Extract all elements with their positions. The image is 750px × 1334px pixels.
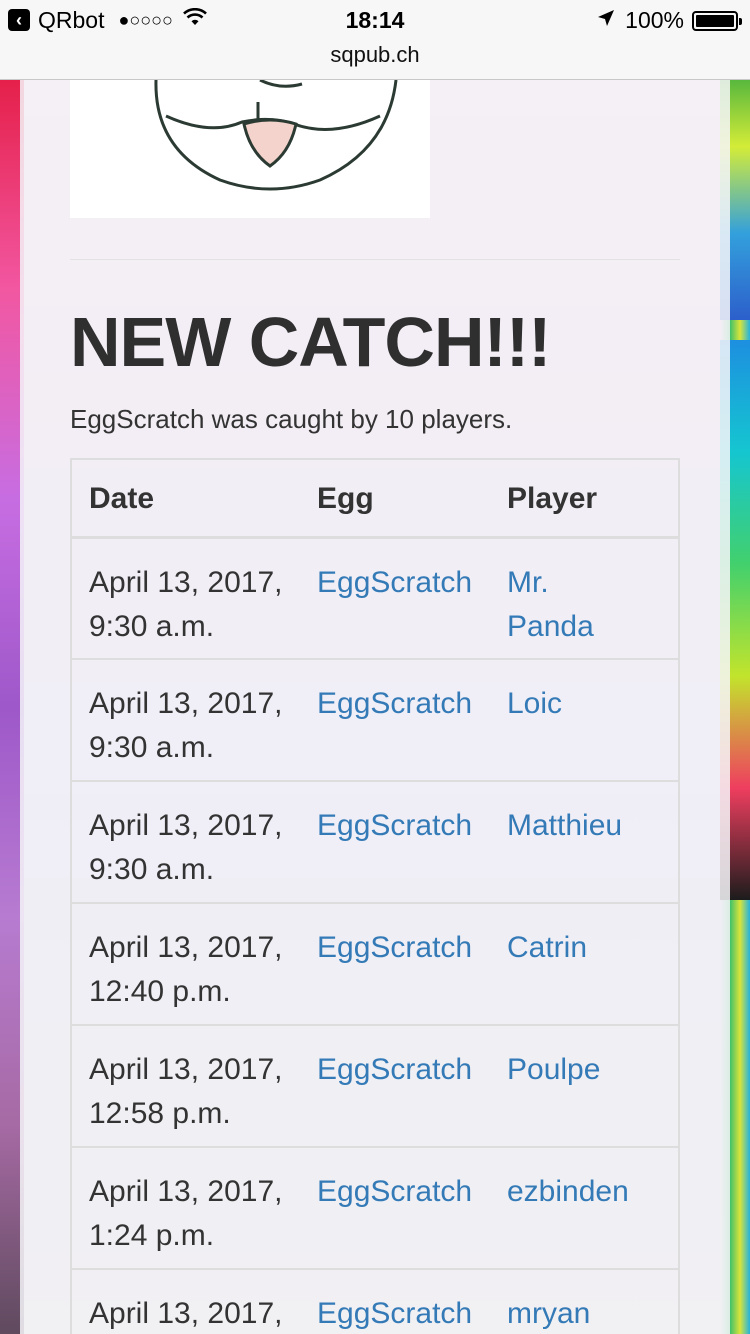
date-cell: April 13, 2017, 1:24 p.m.: [70, 1146, 295, 1270]
catches-table: Date Egg Player April 13, 2017, 9:30 a.m…: [70, 458, 680, 1334]
content-card: NEW CATCH!!! EggScratch was caught by 10…: [20, 80, 730, 1334]
egg-link[interactable]: EggScratch: [317, 1053, 472, 1086]
section-divider: [70, 259, 680, 260]
status-bar: ‹ QRbot ●○○○○ 18:14 100%: [0, 0, 750, 40]
player-link[interactable]: Poulpe: [507, 1053, 600, 1086]
table-row: April 13, 2017, 9:30 a.m. EggScratch Mr.…: [70, 536, 680, 660]
battery-icon: [692, 10, 742, 31]
date-text: April 13, 2017,: [89, 565, 283, 599]
player-link[interactable]: Matthieu: [507, 809, 622, 842]
egg-cell: EggScratch: [295, 780, 495, 904]
date-text: April 13, 2017,: [89, 931, 283, 964]
player-cell: Catrin: [495, 902, 680, 1026]
egg-cell: EggScratch: [295, 1146, 495, 1270]
time-text: 1:24 p.m.: [89, 1219, 215, 1252]
egg-cell: EggScratch: [295, 1024, 495, 1148]
egg-link[interactable]: EggScratch: [317, 931, 472, 964]
egg-link[interactable]: EggScratch: [317, 687, 472, 720]
player-cell: Poulpe: [495, 1024, 680, 1148]
page-title: NEW CATCH!!!: [70, 303, 551, 381]
egg-cell: EggScratch: [295, 1268, 495, 1334]
battery-percent: 100%: [625, 7, 684, 33]
date-text: April 13, 2017,: [89, 809, 283, 842]
url-bar[interactable]: sqpub.ch: [0, 40, 750, 80]
player-name-line1[interactable]: Mr.: [507, 561, 678, 605]
egg-cell: EggScratch: [295, 658, 495, 782]
player-link[interactable]: Catrin: [507, 931, 587, 964]
egg-drawing-image: [70, 80, 430, 218]
table-row: April 13, 2017, 12:58 p.m. EggScratch Po…: [70, 1024, 680, 1148]
table-row: April 13, 2017, 1:24 p.m. EggScratch ezb…: [70, 1146, 680, 1270]
date-cell: April 13, 2017, 12:58 p.m.: [70, 1024, 295, 1148]
table-row: April 13, 2017, 9:30 a.m. EggScratch Loi…: [70, 658, 680, 782]
date-text: April 13, 2017,: [89, 687, 283, 720]
date-cell: April 13, 2017, 9:30 a.m.: [70, 780, 295, 904]
time-text: 12:58 p.m.: [89, 1097, 231, 1130]
egg-cell: EggScratch: [295, 536, 495, 660]
table-row: April 13, 2017, 12:40 p.m. EggScratch Ca…: [70, 902, 680, 1026]
header-date: Date: [70, 458, 295, 539]
date-cell: April 13, 2017, 9:30 a.m.: [70, 658, 295, 782]
player-cell: Matthieu: [495, 780, 680, 904]
date-cell: April 13, 2017,: [70, 1268, 295, 1334]
date-cell: April 13, 2017, 9:30 a.m.: [70, 536, 295, 660]
egg-link[interactable]: EggScratch: [317, 1297, 472, 1330]
egg-link[interactable]: EggScratch: [317, 566, 472, 599]
egg-link[interactable]: EggScratch: [317, 1175, 472, 1208]
egg-cell: EggScratch: [295, 902, 495, 1026]
time-text: 12:40 p.m.: [89, 975, 231, 1008]
catch-summary: EggScratch was caught by 10 players.: [70, 404, 513, 434]
header-egg: Egg: [295, 458, 495, 539]
player-link[interactable]: Mr. Panda: [507, 561, 678, 649]
table-header-row: Date Egg Player: [70, 458, 680, 539]
player-name-line2[interactable]: Panda: [507, 605, 678, 649]
date-text: April 13, 2017,: [89, 1175, 283, 1208]
player-link[interactable]: mryan: [507, 1297, 590, 1330]
time-text: 9:30 a.m.: [89, 853, 215, 886]
player-cell: ezbinden: [495, 1146, 680, 1270]
status-right-group: 100%: [597, 7, 742, 34]
table-row: April 13, 2017, 9:30 a.m. EggScratch Mat…: [70, 780, 680, 904]
date-text: April 13, 2017,: [89, 1297, 283, 1330]
time-text: 9:30 a.m.: [89, 731, 215, 764]
header-player: Player: [495, 458, 680, 539]
egg-link[interactable]: EggScratch: [317, 809, 472, 842]
date-text: April 13, 2017,: [89, 1053, 283, 1086]
location-arrow-icon: [597, 9, 615, 32]
player-link[interactable]: Loic: [507, 687, 562, 720]
player-cell: mryan: [495, 1268, 680, 1334]
time-text: 9:30 a.m.: [89, 609, 215, 643]
player-cell: Mr. Panda: [495, 536, 680, 660]
date-cell: April 13, 2017, 12:40 p.m.: [70, 902, 295, 1026]
player-cell: Loic: [495, 658, 680, 782]
player-link[interactable]: ezbinden: [507, 1175, 629, 1208]
table-row: April 13, 2017, EggScratch mryan: [70, 1268, 680, 1334]
